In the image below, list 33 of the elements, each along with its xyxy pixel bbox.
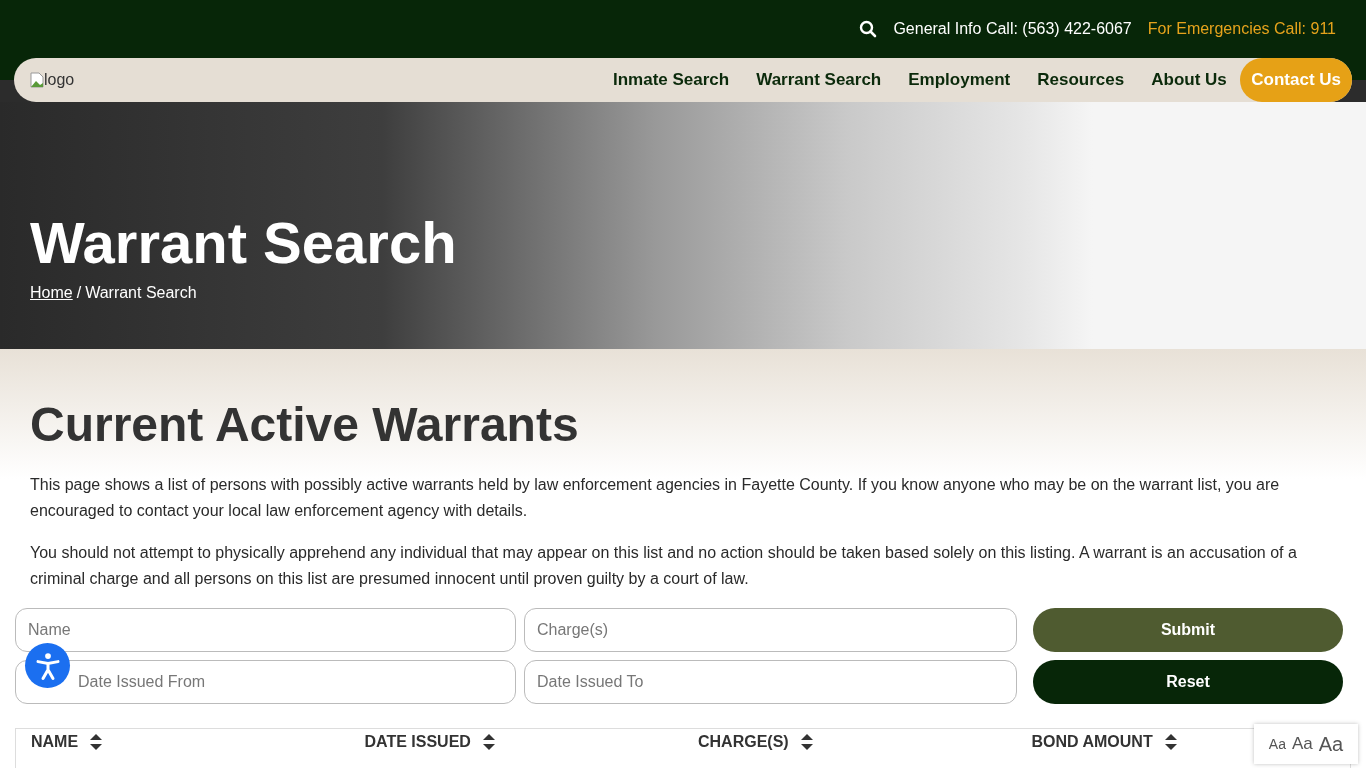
sort-icon[interactable]: [1164, 733, 1177, 750]
sort-icon[interactable]: [482, 733, 495, 750]
date-to-field[interactable]: Date Issued To: [524, 659, 1017, 704]
column-header[interactable]: NAME: [31, 732, 79, 751]
nav-link[interactable]: Inmate Search: [599, 70, 743, 90]
emergency-phone[interactable]: For Emergencies Call: 911: [1147, 20, 1336, 38]
breadcrumb-separator: /: [76, 284, 82, 302]
nav-link[interactable]: Warrant Search: [742, 70, 895, 90]
breadcrumb-current: Warrant Search: [85, 284, 197, 302]
column-header[interactable]: DATE ISSUED: [364, 732, 471, 751]
nav-link[interactable]: Employment: [894, 70, 1024, 90]
font-size-button[interactable]: Aa: [1318, 732, 1344, 756]
sort-icon[interactable]: [800, 733, 813, 750]
nav-link[interactable]: About Us: [1137, 70, 1241, 90]
name-field[interactable]: Name: [15, 607, 516, 652]
paragraph: You should not attempt to physically apprehend any individual that may appear on this list and no action should be taken based solely on this listing. A warrant is an accusation of a criminal charge and all persons on this list are presumed innocent until proven guilty by a court of law.: [30, 542, 1298, 589]
search-icon[interactable]: [859, 20, 878, 38]
submit-button[interactable]: Submit: [1033, 607, 1343, 652]
font-size-button[interactable]: Aa: [1268, 736, 1286, 752]
page-title: Warrant Search: [30, 214, 458, 272]
section-heading: Current Active Warrants: [30, 399, 580, 452]
font-size-button[interactable]: Aa: [1291, 734, 1313, 754]
breadcrumb-link[interactable]: Home: [30, 284, 73, 302]
nav-link[interactable]: Resources: [1023, 70, 1138, 90]
broken-logo-image[interactable]: logo: [30, 71, 75, 89]
sort-icon[interactable]: [90, 733, 103, 750]
general-info-phone[interactable]: General Info Call: (563) 422-6067: [893, 20, 1132, 38]
column-header[interactable]: BOND AMOUNT: [1031, 732, 1153, 751]
paragraph: This page shows a list of persons with possibly active warrants held by law enforcement agencies in Fayette County. If you know anyone who may be on the warrant list, you are encouraged to contact your local law enforcement agency with details.: [30, 474, 1281, 521]
column-header[interactable]: CHARGE(S): [698, 732, 789, 751]
date-from-field[interactable]: Date Issued From: [15, 659, 516, 704]
reset-button[interactable]: Reset: [1033, 659, 1343, 704]
charge-field[interactable]: Charge(s): [524, 607, 1017, 652]
